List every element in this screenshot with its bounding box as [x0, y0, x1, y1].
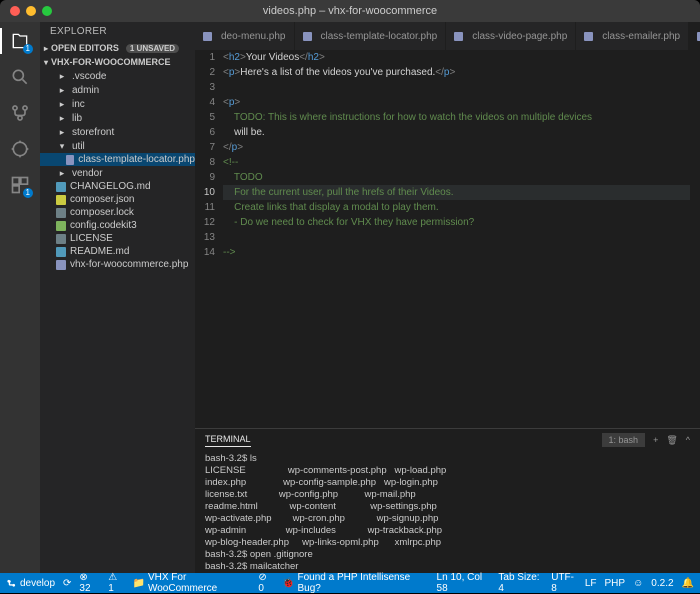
- file-item[interactable]: composer.json: [40, 193, 195, 206]
- activity-bar: 1 1: [0, 22, 40, 573]
- folder-item[interactable]: ▸.vscode: [40, 69, 195, 83]
- file-icon: [66, 155, 74, 165]
- terminal-tabs: TERMINAL 1: bash + 🗑 ^: [195, 429, 700, 451]
- chevron-right-icon: ▸: [56, 126, 68, 138]
- file-icon: [454, 32, 463, 41]
- terminal-kill-icon[interactable]: 🗑: [666, 435, 677, 446]
- file-item[interactable]: CHANGELOG.md: [40, 180, 195, 193]
- terminal-output: bash-3.2$ ls LICENSE wp-comments-post.ph…: [205, 453, 690, 573]
- terminal-max-icon[interactable]: ^: [686, 435, 690, 445]
- file-icon: [56, 247, 66, 257]
- sidebar: EXPLORER ▸ OPEN EDITORS 1 UNSAVED ▾ VHX-…: [40, 22, 195, 573]
- feedback-icon[interactable]: ☺: [633, 578, 643, 589]
- file-icon: [303, 32, 312, 41]
- file-item[interactable]: LICENSE: [40, 232, 195, 245]
- search-icon[interactable]: [9, 66, 31, 88]
- terminal-panel: TERMINAL 1: bash + 🗑 ^ bash-3.2$ ls LICE…: [195, 428, 700, 573]
- close-window-icon[interactable]: [10, 6, 20, 16]
- terminal-tab[interactable]: TERMINAL: [205, 434, 251, 447]
- warnings-count[interactable]: ⚠ 1: [108, 572, 124, 594]
- chevron-right-icon: ▸: [44, 44, 48, 53]
- code-editor[interactable]: 1234567891011121314 <h2>Your Videos</h2>…: [195, 50, 700, 428]
- notifications-icon[interactable]: 🔔: [682, 578, 694, 589]
- editor-tabs: deo-menu.phpclass-template-locator.phpcl…: [195, 22, 700, 50]
- file-icon: [56, 234, 66, 244]
- open-editors-label: OPEN EDITORS: [51, 43, 119, 53]
- encoding[interactable]: UTF-8: [551, 572, 577, 594]
- file-icon: [56, 260, 66, 270]
- folder-item[interactable]: ▾util: [40, 139, 195, 153]
- window-controls: [0, 6, 52, 16]
- unsaved-badge: 1 UNSAVED: [126, 44, 179, 53]
- debug-icon[interactable]: [9, 138, 31, 160]
- file-icon: [203, 32, 212, 41]
- chevron-right-icon: ▸: [56, 98, 68, 110]
- main-area: 1 1 EXPLORER ▸ OPEN EDITORS 1 UNSAVED ▾ …: [0, 22, 700, 573]
- project-name[interactable]: 📁 VHX For WooCommerce: [133, 572, 251, 594]
- issues-count[interactable]: ⊘ 0: [258, 572, 274, 594]
- maximize-window-icon[interactable]: [42, 6, 52, 16]
- editor-area: deo-menu.phpclass-template-locator.phpcl…: [195, 22, 700, 573]
- file-tree: ▸.vscode▸admin▸inc▸lib▸storefront▾utilcl…: [40, 69, 195, 573]
- sidebar-header: EXPLORER: [40, 22, 195, 41]
- minimize-window-icon[interactable]: [26, 6, 36, 16]
- extensions-icon[interactable]: 1: [9, 174, 31, 196]
- chevron-down-icon: ▾: [44, 58, 48, 67]
- version[interactable]: 0.2.2: [651, 578, 673, 589]
- editor-tab[interactable]: class-template-locator.php: [295, 22, 447, 50]
- terminal-body[interactable]: bash-3.2$ ls LICENSE wp-comments-post.ph…: [195, 451, 700, 573]
- errors-count[interactable]: ⊗ 32: [79, 572, 100, 594]
- chevron-right-icon: ▸: [56, 167, 68, 179]
- git-sync[interactable]: ⟳: [63, 578, 71, 589]
- editor-tab[interactable]: videos.php: [689, 22, 700, 50]
- file-item[interactable]: composer.lock: [40, 206, 195, 219]
- line-gutter: 1234567891011121314: [195, 50, 223, 428]
- source-control-icon[interactable]: [9, 102, 31, 124]
- folder-item[interactable]: ▸admin: [40, 83, 195, 97]
- file-icon: [584, 32, 593, 41]
- file-item[interactable]: config.codekit3: [40, 219, 195, 232]
- editor-tab[interactable]: class-emailer.php: [576, 22, 689, 50]
- editor-tab[interactable]: deo-menu.php: [195, 22, 295, 50]
- project-label: VHX-FOR-WOOCOMMERCE: [51, 57, 171, 67]
- terminal-shell-select[interactable]: 1: bash: [602, 433, 646, 447]
- titlebar: videos.php – vhx-for-woocommerce: [0, 0, 700, 22]
- file-icon: [56, 195, 66, 205]
- file-icon: [56, 182, 66, 192]
- open-editors-section[interactable]: ▸ OPEN EDITORS 1 UNSAVED: [40, 41, 195, 55]
- editor-tab[interactable]: class-video-page.php: [446, 22, 576, 50]
- folder-item[interactable]: ▸vendor: [40, 166, 195, 180]
- chevron-down-icon: ▾: [56, 140, 68, 152]
- chevron-right-icon: ▸: [56, 112, 68, 124]
- folder-item[interactable]: ▸inc: [40, 97, 195, 111]
- git-branch[interactable]: develop: [6, 578, 55, 589]
- file-item[interactable]: class-template-locator.php: [40, 153, 195, 166]
- status-bar: develop ⟳ ⊗ 32 ⚠ 1 📁 VHX For WooCommerce…: [0, 573, 700, 593]
- window-title: videos.php – vhx-for-woocommerce: [263, 5, 437, 17]
- chevron-right-icon: ▸: [56, 70, 68, 82]
- tab-size[interactable]: Tab Size: 4: [498, 572, 543, 594]
- explorer-icon[interactable]: 1: [9, 30, 31, 52]
- folder-item[interactable]: ▸storefront: [40, 125, 195, 139]
- file-icon: [56, 208, 66, 218]
- eol[interactable]: LF: [585, 578, 597, 589]
- folder-item[interactable]: ▸lib: [40, 111, 195, 125]
- intellisense-bug[interactable]: 🐞 Found a PHP Intellisense Bug?: [282, 572, 426, 594]
- language-mode[interactable]: PHP: [605, 578, 626, 589]
- file-icon: [56, 221, 66, 231]
- cursor-position[interactable]: Ln 10, Col 58: [437, 572, 491, 594]
- code-lines[interactable]: <h2>Your Videos</h2><p>Here's a list of …: [223, 50, 700, 428]
- project-section[interactable]: ▾ VHX-FOR-WOOCOMMERCE: [40, 55, 195, 69]
- chevron-right-icon: ▸: [56, 84, 68, 96]
- terminal-new-icon[interactable]: +: [653, 435, 658, 445]
- file-item[interactable]: vhx-for-woocommerce.php: [40, 258, 195, 271]
- file-item[interactable]: README.md: [40, 245, 195, 258]
